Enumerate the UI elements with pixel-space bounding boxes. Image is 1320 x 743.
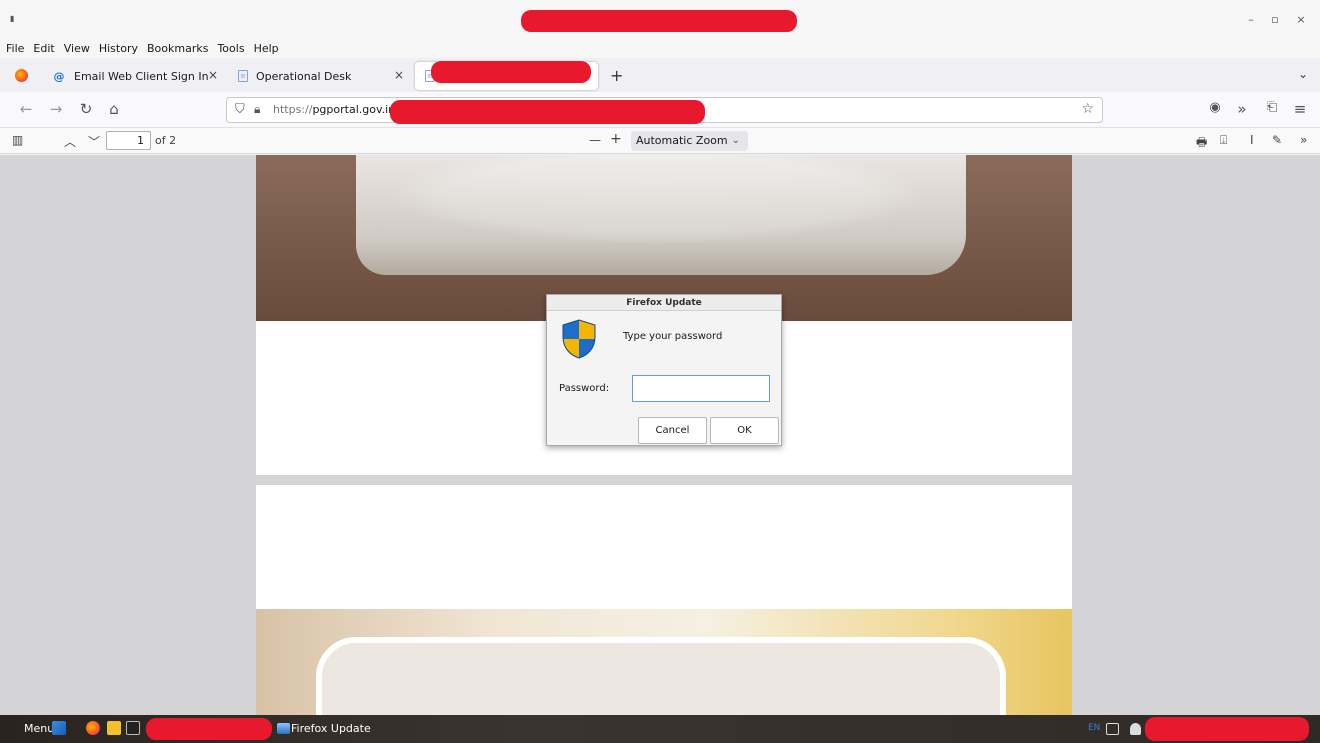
tab-close-icon[interactable]: × [208,68,218,82]
list-all-tabs-icon[interactable]: ⌄ [1298,67,1308,81]
forward-icon[interactable]: → [46,100,66,118]
tab-close-icon[interactable]: × [394,68,404,82]
menu-bookmarks[interactable]: Bookmarks [147,42,208,55]
shield-icon[interactable]: ⛉ [235,102,245,117]
start-menu-button[interactable]: Menu [24,722,54,735]
close-window-button[interactable]: × [1293,13,1309,26]
taskbar-task-firefox-update[interactable]: Firefox Update [291,722,371,735]
page-count: of 2 [155,134,177,147]
tab-label: Operational Desk [256,69,352,83]
redacted-url [390,100,705,124]
password-dialog: Firefox Update Type your password Passwo… [546,294,782,446]
user-icon[interactable] [1130,723,1141,735]
dialog-title: Firefox Update [547,295,781,311]
extensions-icon[interactable]: ⎗ [1262,100,1282,115]
tab-label: Email Web Client Sign In [74,69,209,83]
menu-view[interactable]: View [64,42,90,55]
at-icon: @ [53,69,65,83]
draw-tool-icon[interactable]: ✎ [1272,133,1282,147]
home-icon[interactable]: ⌂ [104,100,124,118]
menu-edit[interactable]: Edit [33,42,54,55]
terminal-launcher-icon[interactable] [126,721,140,735]
zoom-out-button[interactable]: — [589,133,601,147]
password-label: Password: [559,383,610,394]
lock-icon[interactable]: 🔒︎ [254,102,260,117]
menu-file[interactable]: File [6,42,24,55]
minimize-button[interactable]: – [1243,13,1259,26]
redacted-taskbar-item [146,718,272,740]
previous-page-icon[interactable]: ︿ [64,133,76,150]
navigation-bar: ← → ↻ ⌂ ⛉ 🔒︎ https://pgportal.gov.in ☆ ◉… [0,92,1320,128]
network-icon[interactable] [1106,723,1119,735]
window-icon [277,723,290,734]
tab-operational-desk[interactable]: ≡ Operational Desk × [228,62,414,90]
print-icon[interactable]: 🖶︎ [1196,133,1207,154]
tab-email-web-client[interactable]: @ Email Web Client Sign In × [42,62,228,90]
redacted-title [521,10,797,32]
menu-help[interactable]: Help [254,42,279,55]
tools-overflow-icon[interactable]: » [1300,133,1307,147]
document-icon: ≡ [238,70,248,82]
app-menu-icon[interactable]: ≡ [1290,100,1310,118]
new-tab-button[interactable]: + [610,66,623,85]
keyboard-language[interactable]: EN [1088,723,1100,733]
menu-tools[interactable]: Tools [217,42,244,55]
firefox-view-icon[interactable] [15,69,28,82]
menu-bar: File Edit View History Bookmarks Tools H… [0,38,1320,58]
chevron-down-icon: ⌄ [731,135,740,146]
text-tool-icon[interactable]: I [1250,133,1254,147]
save-icon[interactable]: ⍗ [1220,133,1227,148]
firefox-launcher-icon[interactable] [86,721,100,735]
security-shield-icon [561,319,597,362]
url-text[interactable]: https://pgportal.gov.in [273,103,395,116]
maximize-button[interactable]: ▫ [1267,13,1283,26]
reload-icon[interactable]: ↻ [76,100,96,118]
window-titlebar: ▮ – ▫ × [0,0,1320,38]
menu-logo-icon[interactable] [52,721,66,735]
taskbar: Menu Firefox Update EN [0,715,1320,743]
menu-history[interactable]: History [99,42,138,55]
photo-image [256,609,1072,715]
next-page-icon[interactable]: ﹀ [88,133,100,150]
overflow-chevron-icon[interactable]: » [1232,100,1252,118]
tab-bar: @ Email Web Client Sign In × ≡ Operation… [0,58,1320,92]
files-launcher-icon[interactable] [107,721,121,735]
back-icon[interactable]: ← [16,100,36,118]
account-icon[interactable]: ◉ [1205,100,1225,115]
window-menu-icon[interactable]: ▮ [10,14,14,23]
redacted-tray [1145,717,1309,741]
zoom-select[interactable]: Automatic Zoom ⌄ [631,131,748,151]
dialog-message: Type your password [623,331,723,342]
cancel-button[interactable]: Cancel [638,417,707,444]
redacted-tab-title [431,61,591,83]
pdf-toolbar: ▥ ︿ ﹀ 1 of 2 — + Automatic Zoom ⌄ 🖶︎ ⍗ I… [0,128,1320,154]
sidebar-toggle-icon[interactable]: ▥ [12,133,23,147]
zoom-in-button[interactable]: + [610,131,622,147]
page-number-input[interactable]: 1 [106,131,151,150]
password-input[interactable] [632,375,770,402]
ok-button[interactable]: OK [710,417,779,444]
pdf-page-2 [256,485,1072,715]
bookmark-star-icon[interactable]: ☆ [1081,101,1094,117]
